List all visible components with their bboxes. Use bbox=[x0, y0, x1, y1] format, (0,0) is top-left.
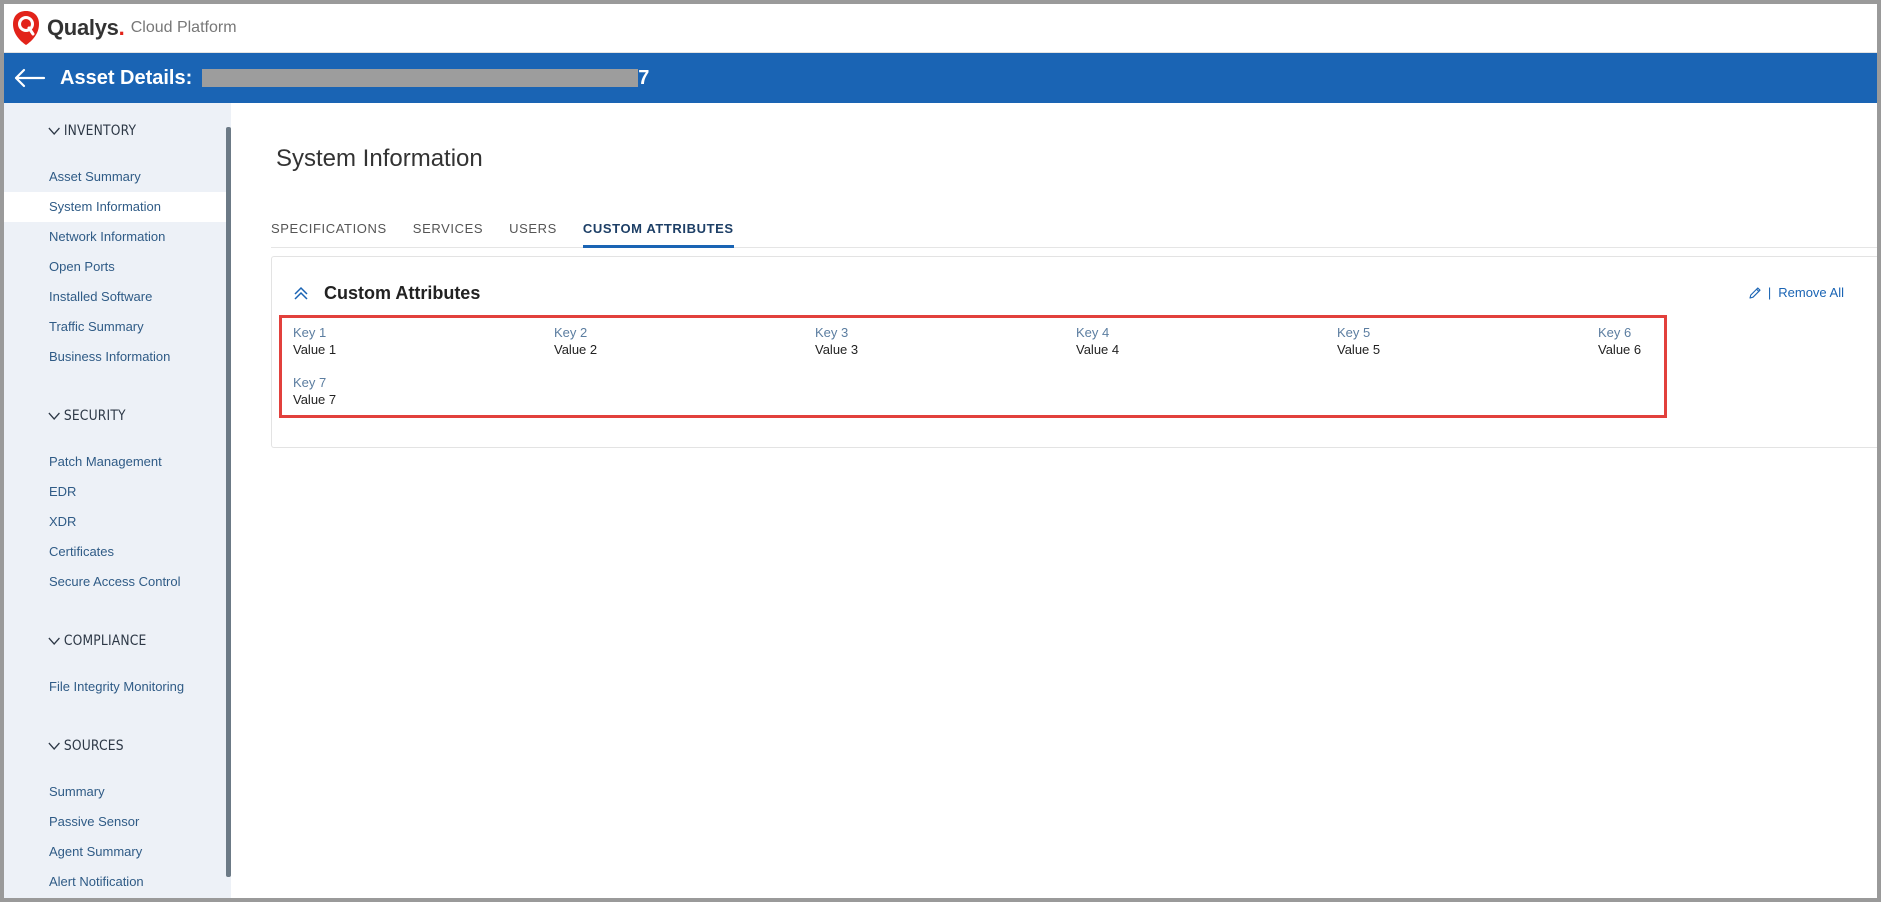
attribute-value: Value 3 bbox=[815, 342, 859, 357]
section-title-label: SOURCES bbox=[63, 738, 124, 754]
attribute-key: Key 5 bbox=[1337, 325, 1371, 340]
sidebar-item-secure-access-control[interactable]: Secure Access Control bbox=[4, 567, 226, 597]
attributes-highlight-box: Key 1 Value 1 Key 2 Value 2 Key 3 Value … bbox=[279, 315, 1667, 418]
section-compliance[interactable]: COMPLIANCE bbox=[48, 633, 146, 649]
attribute-key: Key 4 bbox=[1076, 325, 1110, 340]
custom-attributes-panel: Custom Attributes | Remove All Key 1 Val… bbox=[271, 256, 1877, 448]
attribute-key: Key 3 bbox=[815, 325, 849, 340]
redacted-asset-name bbox=[202, 69, 639, 87]
chevron-down-icon bbox=[48, 127, 60, 136]
section-title-label: COMPLIANCE bbox=[63, 633, 147, 649]
sidebar-item-system-information[interactable]: System Information bbox=[4, 192, 226, 222]
brand-name: Qualys bbox=[47, 15, 119, 40]
sidebar-item-summary[interactable]: Summary bbox=[4, 777, 226, 807]
attribute-value: Value 6 bbox=[1598, 342, 1642, 357]
sidebar-item-file-integrity-monitoring[interactable]: File Integrity Monitoring bbox=[4, 672, 226, 702]
section-inventory[interactable]: INVENTORY bbox=[48, 123, 136, 139]
attribute-item: Key 6 Value 6 bbox=[1598, 325, 1658, 358]
chevron-down-icon bbox=[48, 742, 60, 751]
attribute-value: Value 4 bbox=[1076, 342, 1120, 357]
sidebar-item-asset-summary[interactable]: Asset Summary bbox=[4, 162, 226, 192]
section-security[interactable]: SECURITY bbox=[48, 408, 126, 424]
attribute-item: Key 4 Value 4 bbox=[1076, 325, 1276, 358]
attribute-value: Value 1 bbox=[293, 342, 337, 357]
section-sources[interactable]: SOURCES bbox=[48, 738, 124, 754]
sidebar-item-traffic-summary[interactable]: Traffic Summary bbox=[4, 312, 226, 342]
attribute-item: Key 2 Value 2 bbox=[554, 325, 754, 358]
tab-custom-attributes[interactable]: CUSTOM ATTRIBUTES bbox=[582, 218, 734, 248]
page-title: System Information bbox=[276, 145, 483, 172]
attribute-key: Key 6 bbox=[1598, 325, 1632, 340]
brand-subtitle: Cloud Platform bbox=[130, 19, 237, 36]
section-title-label: INVENTORY bbox=[63, 123, 137, 139]
sidebar-item-network-information[interactable]: Network Information bbox=[4, 222, 226, 252]
pencil-icon[interactable] bbox=[1748, 286, 1762, 300]
sidebar-item-business-information[interactable]: Business Information bbox=[4, 342, 226, 372]
chevron-down-icon bbox=[48, 412, 60, 421]
sidebar-item-agent-summary[interactable]: Agent Summary bbox=[4, 837, 226, 867]
attribute-value: Value 5 bbox=[1337, 342, 1381, 357]
tab-bar: SPECIFICATIONS SERVICES USERS CUSTOM ATT… bbox=[271, 218, 1877, 248]
sidebar-item-passive-sensor[interactable]: Passive Sensor bbox=[4, 807, 226, 837]
sidebar: INVENTORY Asset Summary System Informati… bbox=[4, 103, 231, 898]
sidebar-item-edr[interactable]: EDR bbox=[4, 477, 226, 507]
section-title-label: SECURITY bbox=[63, 408, 126, 424]
asset-name-suffix: 7 bbox=[638, 66, 650, 89]
back-arrow-icon[interactable] bbox=[14, 68, 46, 88]
attribute-value: Value 2 bbox=[554, 342, 598, 357]
action-separator: | bbox=[1767, 285, 1772, 300]
top-bar: Qualys. Cloud Platform bbox=[4, 4, 1877, 53]
double-chevron-up-icon[interactable] bbox=[293, 285, 309, 301]
tab-specifications[interactable]: SPECIFICATIONS bbox=[271, 218, 387, 248]
remove-all-link[interactable]: Remove All bbox=[1778, 285, 1844, 300]
sidebar-item-alert-notification[interactable]: Alert Notification bbox=[4, 867, 226, 897]
sidebar-item-open-ports[interactable]: Open Ports bbox=[4, 252, 226, 282]
brand-dot: . bbox=[118, 15, 125, 40]
attribute-value: Value 7 bbox=[293, 392, 337, 407]
qualys-shield-icon bbox=[13, 11, 39, 45]
attribute-key: Key 2 bbox=[554, 325, 588, 340]
attribute-item: Key 1 Value 1 bbox=[293, 325, 493, 358]
attribute-item: Key 3 Value 3 bbox=[815, 325, 1015, 358]
panel-title: Custom Attributes bbox=[324, 283, 481, 303]
attribute-item: Key 5 Value 5 bbox=[1337, 325, 1537, 358]
sidebar-item-xdr[interactable]: XDR bbox=[4, 507, 226, 537]
sidebar-item-installed-software[interactable]: Installed Software bbox=[4, 282, 226, 312]
main-content: System Information SPECIFICATIONS SERVIC… bbox=[231, 103, 1877, 898]
asset-details-title: Asset Details: bbox=[60, 66, 193, 89]
attribute-item: Key 7 Value 7 bbox=[293, 375, 493, 408]
app-window: Qualys. Cloud Platform Asset Details: 7 … bbox=[4, 4, 1877, 898]
tab-services[interactable]: SERVICES bbox=[413, 218, 483, 248]
tab-users[interactable]: USERS bbox=[509, 218, 557, 248]
attribute-key: Key 7 bbox=[293, 375, 327, 390]
sidebar-item-certificates[interactable]: Certificates bbox=[4, 537, 226, 567]
chevron-down-icon bbox=[48, 637, 60, 646]
panel-actions: | Remove All bbox=[1748, 285, 1844, 300]
brand-logo[interactable]: Qualys. Cloud Platform bbox=[11, 10, 237, 46]
sidebar-item-patch-management[interactable]: Patch Management bbox=[4, 447, 226, 477]
attribute-key: Key 1 bbox=[293, 325, 327, 340]
asset-header: Asset Details: 7 bbox=[4, 53, 1877, 103]
